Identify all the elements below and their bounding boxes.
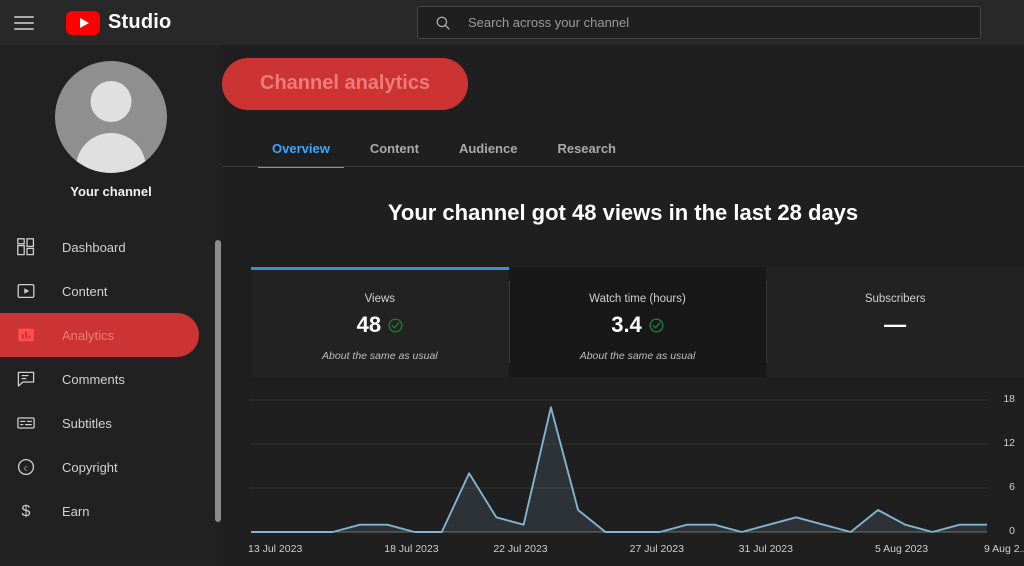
sidebar: Your channel Dashboard Content Analytics… — [0, 45, 222, 566]
metric-cards: Views 48 About the same as usual Watch t… — [251, 267, 1024, 377]
metric-label: Watch time (hours) — [589, 293, 686, 305]
sidebar-item-label: Earn — [62, 503, 90, 519]
sidebar-nav-list: Dashboard Content Analytics Comments Sub… — [0, 225, 222, 533]
metric-subtitle: About the same as usual — [579, 350, 696, 362]
chart-x-tick-label: 27 Jul 2023 — [629, 543, 684, 555]
search-box[interactable] — [417, 6, 981, 39]
page-title: Channel analytics — [222, 58, 469, 110]
channel-block[interactable]: Your channel — [0, 45, 222, 199]
sidebar-item-label: Subtitles — [62, 415, 112, 431]
hamburger-menu-icon[interactable] — [14, 11, 38, 35]
search-input[interactable] — [468, 15, 970, 30]
chart-x-tick-label: 31 Jul 2023 — [738, 543, 793, 555]
svg-text:c: c — [24, 463, 28, 472]
metric-card-watch-time[interactable]: Watch time (hours) 3.4 About the same as… — [508, 267, 767, 377]
metric-label: Views — [364, 293, 396, 305]
metric-value: 48 — [356, 312, 382, 337]
channel-name-label: Your channel — [70, 184, 152, 199]
tab-audience[interactable]: Audience — [439, 131, 538, 168]
tab-overview[interactable]: Overview — [252, 131, 350, 168]
youtube-studio-analytics-page: Studio Your channel — [0, 0, 1024, 566]
chart-y-tick-label: 18 — [1003, 393, 1015, 405]
sidebar-scrollbar-thumb[interactable] — [215, 240, 221, 522]
play-triangle — [79, 17, 89, 28]
sidebar-item-label: Copyright — [62, 459, 118, 475]
content-play-icon — [14, 279, 38, 303]
hamburger-line — [14, 27, 34, 30]
sidebar-item-copyright[interactable]: c Copyright — [0, 445, 222, 489]
top-bar: Studio — [0, 0, 1024, 45]
metric-value-row: 48 — [357, 312, 403, 338]
hamburger-line — [14, 21, 34, 24]
tabs-divider — [222, 166, 1024, 167]
avatar-head — [90, 81, 132, 122]
sidebar-item-subtitles[interactable]: Subtitles — [0, 401, 222, 445]
green-check-circle-icon — [649, 317, 664, 333]
analytics-tabs: Overview Content Audience Research — [252, 131, 636, 168]
metric-value-row: — — [884, 312, 906, 338]
metric-value: 3.4 — [611, 312, 642, 337]
sidebar-item-label: Dashboard — [62, 239, 126, 255]
analytics-bar-chart-icon — [14, 323, 38, 347]
chart-x-axis-labels: 13 Jul 2023 18 Jul 2023 22 Jul 2023 27 Jul … — [222, 543, 1024, 565]
sidebar-item-label: Analytics — [62, 327, 115, 343]
main-content: Channel analytics Overview Content Audie… — [222, 45, 1024, 566]
chart-y-tick-label: 0 — [1009, 525, 1015, 537]
chart-y-tick-label: 12 — [1003, 437, 1015, 449]
studio-brand-link[interactable]: Studio — [66, 10, 172, 35]
sidebar-item-dashboard[interactable]: Dashboard — [0, 225, 222, 269]
earn-dollar-icon: $ — [14, 499, 38, 523]
green-check-circle-icon — [388, 317, 403, 333]
chart-area-fill — [251, 407, 987, 532]
tab-content[interactable]: Content — [350, 131, 439, 168]
svg-text:$: $ — [22, 503, 31, 520]
views-chart[interactable]: 13 Jul 2023 18 Jul 2023 22 Jul 2023 27 Jul … — [222, 390, 1024, 566]
youtube-play-icon — [66, 10, 100, 35]
account-avatar-icon[interactable] — [55, 61, 167, 173]
subtitles-cc-icon — [14, 411, 38, 435]
metric-card-subscribers[interactable]: Subscribers — — [766, 267, 1024, 377]
chart-y-tick-label: 6 — [1009, 481, 1015, 493]
sidebar-item-content[interactable]: Content — [0, 269, 222, 313]
brand-label: Studio — [108, 11, 172, 33]
copyright-icon: c — [14, 455, 38, 479]
headline-text: Your channel got 48 views in the last 28… — [387, 200, 859, 225]
chart-x-tick-label: 22 Jul 2023 — [493, 543, 548, 555]
sidebar-item-label: Content — [62, 283, 108, 299]
metric-subtitle: About the same as usual — [322, 350, 438, 362]
avatar-body — [76, 133, 146, 173]
search-icon — [436, 16, 450, 30]
chart-x-tick-label: 18 Jul 2023 — [384, 543, 439, 555]
chart-x-tick-label: 13 Jul 2023 — [248, 543, 303, 555]
metric-label: Subscribers — [864, 293, 926, 305]
metric-value-row: 3.4 — [611, 312, 664, 338]
sidebar-item-analytics[interactable]: Analytics — [0, 313, 199, 357]
hamburger-line — [14, 15, 34, 18]
chart-svg — [251, 399, 987, 533]
chart-x-tick-label: 9 Aug 2... — [984, 543, 1024, 555]
metric-value: — — [884, 312, 907, 337]
tab-research[interactable]: Research — [537, 131, 636, 168]
dashboard-icon — [14, 235, 38, 259]
sidebar-item-label: Comments — [62, 371, 125, 387]
metric-card-views[interactable]: Views 48 About the same as usual — [251, 267, 509, 377]
sidebar-item-comments[interactable]: Comments — [0, 357, 222, 401]
chart-x-tick-label: 5 Aug 2023 — [874, 543, 929, 555]
comments-bubble-icon — [14, 367, 38, 391]
sidebar-item-earn[interactable]: $ Earn — [0, 489, 222, 533]
